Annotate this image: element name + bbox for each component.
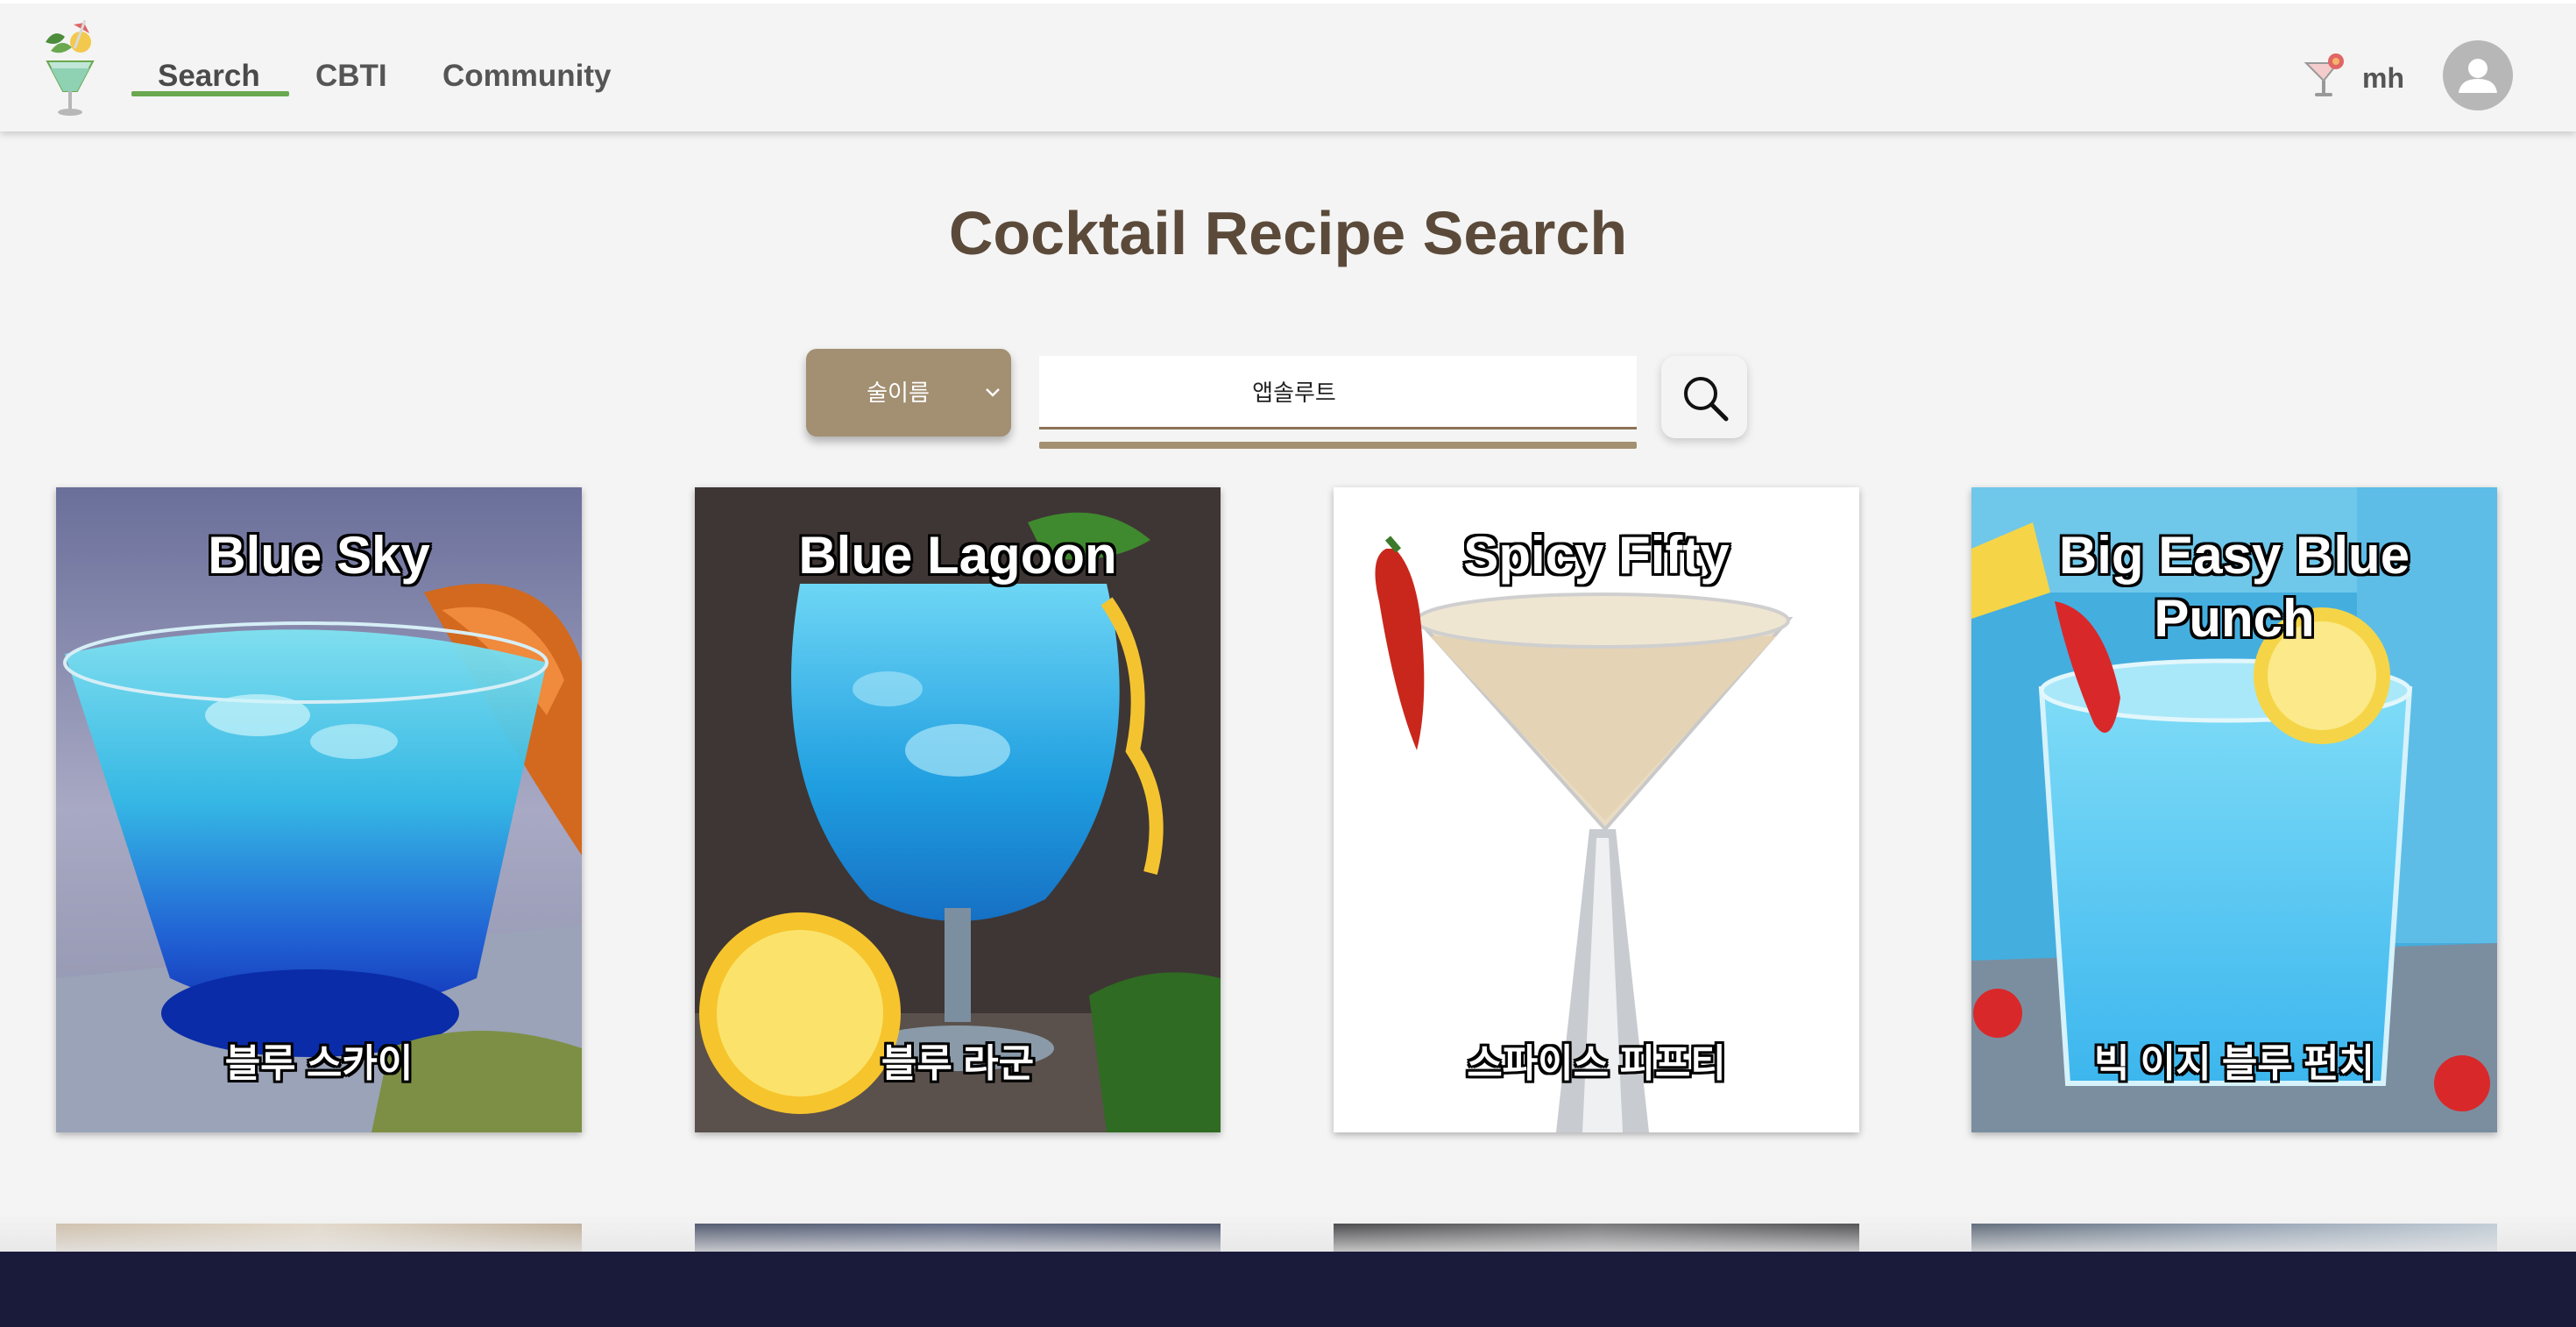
cocktail-card-title: Spicy Fifty (1463, 526, 1730, 585)
username-label[interactable]: mh (2362, 56, 2404, 100)
cocktail-glass-icon (2304, 53, 2344, 96)
search-input[interactable] (1039, 356, 1637, 429)
nav-link-community[interactable]: Community (442, 54, 612, 98)
cocktail-card-title: Blue Sky (208, 526, 430, 585)
category-select[interactable]: 술이름 (806, 349, 1011, 436)
user-avatar-icon[interactable] (2443, 40, 2513, 110)
top-navbar: Search CBTI Community mh (0, 4, 2576, 131)
cocktail-card-blue-sky[interactable]: Blue Sky 블루 스카이 (56, 487, 582, 1132)
cocktail-card-blue-lagoon[interactable]: Blue Lagoon 블루 라군 (695, 487, 1221, 1132)
search-input-underline (1039, 442, 1637, 449)
cocktail-card-subtitle: 블루 스카이 (224, 1042, 414, 1085)
cocktail-logo-icon[interactable] (39, 16, 102, 119)
page-title: Cocktail Recipe Search (948, 199, 1628, 267)
search-button[interactable] (1661, 356, 1747, 438)
cocktail-card-big-easy-blue-punch[interactable]: Big Easy Blue Punch 빅 이지 블루 펀치 (1971, 487, 2497, 1132)
window-bottom-edge (0, 1252, 2576, 1327)
search-field (1039, 356, 1637, 451)
cocktail-card-spicy-fifty[interactable]: Spicy Fifty 스파이스 피프티 (1334, 487, 1859, 1132)
cocktail-card-title: Blue Lagoon (798, 526, 1117, 585)
active-tab-underline (131, 91, 289, 96)
cocktail-card-title: Big Easy Blue Punch (2058, 526, 2410, 648)
nav-link-cbti[interactable]: CBTI (315, 54, 387, 98)
chevron-down-icon (986, 388, 1000, 397)
cocktail-card-subtitle: 블루 라군 (881, 1042, 1035, 1085)
page: Search CBTI Community mh Cocktail Recipe… (0, 4, 2576, 1252)
cocktail-card-subtitle: 빅 이지 블루 펀치 (2093, 1042, 2375, 1085)
category-selected-label: 술이름 (867, 380, 930, 406)
cocktail-card-subtitle: 스파이스 피프티 (1467, 1042, 1726, 1085)
scroll-fade (0, 1213, 2576, 1252)
magnifier-icon (1684, 377, 1729, 422)
